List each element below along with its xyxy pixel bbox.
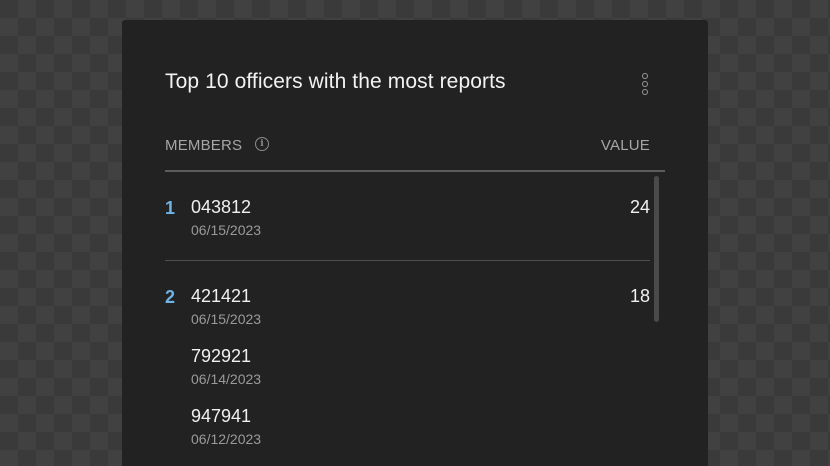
member-id: 043812 xyxy=(191,197,252,217)
member-value: 24 xyxy=(629,197,650,217)
member-date: 06/14/2023 xyxy=(191,371,262,387)
member-id: 947941 xyxy=(191,406,252,426)
member-id: 421421 xyxy=(191,286,252,306)
value-column-header: VALUE xyxy=(600,137,650,154)
widget-title: Top 10 officers with the most reports xyxy=(165,70,506,93)
members-column-header: MEMBERS xyxy=(165,137,243,154)
info-icon[interactable]: i xyxy=(255,137,269,151)
rank-number: 1 xyxy=(165,198,176,218)
rank-number: 2 xyxy=(165,287,176,307)
top-officers-widget: Top 10 officers with the most reports ME… xyxy=(122,20,708,466)
member-date: 06/15/2023 xyxy=(191,222,262,238)
row-divider xyxy=(165,260,650,261)
header-divider xyxy=(165,170,665,172)
scrollbar[interactable] xyxy=(654,176,659,322)
kebab-menu-icon[interactable] xyxy=(634,71,656,97)
member-date: 06/15/2023 xyxy=(191,311,262,327)
member-id: 792921 xyxy=(191,346,252,366)
member-value: 18 xyxy=(629,286,650,306)
member-date: 06/12/2023 xyxy=(191,431,262,447)
